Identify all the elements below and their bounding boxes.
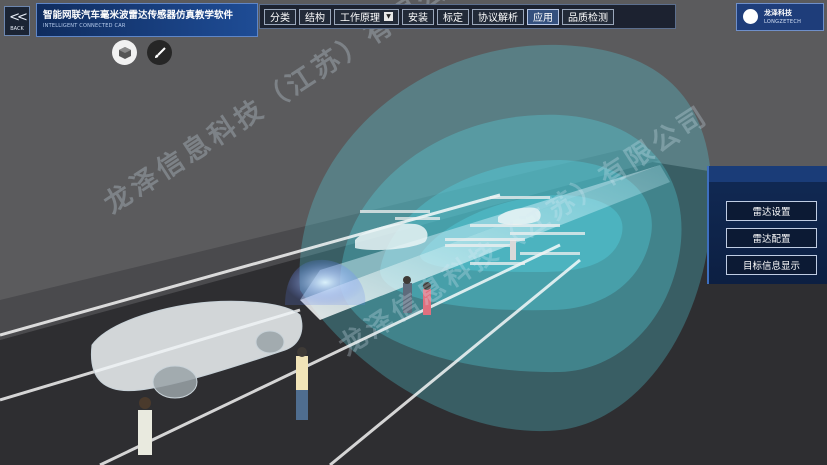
- app-subtitle: INTELLIGENT CONNECTED CAR: [43, 23, 126, 29]
- menu-label: 品质检测: [568, 13, 608, 24]
- menu-label: 标定: [443, 13, 463, 24]
- menu-item-installation[interactable]: 安装: [402, 8, 434, 25]
- radar-settings-button[interactable]: 雷达设置: [726, 201, 817, 221]
- menu-label: 结构: [305, 13, 325, 24]
- radar-side-panel: 雷达设置 雷达配置 目标信息显示: [707, 166, 827, 284]
- logo-mark-icon: [743, 9, 758, 24]
- menu-label: 安装: [408, 13, 428, 24]
- menu-item-calibration[interactable]: 标定: [437, 8, 469, 25]
- logo-cn: 龙泽科技: [764, 9, 792, 17]
- menu-item-structure[interactable]: 结构: [299, 8, 331, 25]
- menu-label: 分类: [270, 13, 290, 24]
- app-title-bar: 智能网联汽车毫米波雷达传感器仿真教学软件 INTELLIGENT CONNECT…: [36, 3, 258, 37]
- app-title: 智能网联汽车毫米波雷达传感器仿真教学软件: [43, 10, 234, 21]
- logo-en: LONGZETECH: [764, 19, 802, 25]
- menu-label: 应用: [533, 13, 553, 24]
- radar-config-button[interactable]: 雷达配置: [726, 228, 817, 248]
- dropdown-arrow-icon[interactable]: ▼: [384, 12, 393, 21]
- target-info-button[interactable]: 目标信息显示: [726, 255, 817, 275]
- cube-icon: [118, 46, 131, 59]
- back-button[interactable]: << BACK: [4, 6, 30, 36]
- menu-item-protocol-analysis[interactable]: 协议解析: [472, 8, 524, 25]
- menu-label: 协议解析: [478, 13, 518, 24]
- menu-item-quality-inspection[interactable]: 品质检测: [562, 8, 614, 25]
- menu-item-classification[interactable]: 分类: [264, 8, 296, 25]
- menu-item-application[interactable]: 应用: [527, 8, 559, 25]
- view-mode-button[interactable]: [112, 40, 137, 65]
- menu-item-working-principle[interactable]: 工作原理 ▼: [334, 8, 399, 25]
- company-logo: 龙泽科技 LONGZETECH: [736, 3, 824, 31]
- menu-label: 工作原理: [340, 13, 380, 24]
- double-chevron-left-icon: <<: [9, 9, 28, 25]
- brush-icon: [154, 46, 166, 58]
- radar-scene: [0, 0, 827, 465]
- main-menu: 分类 结构 工作原理 ▼ 安装 标定 协议解析 应用 品质检测: [259, 4, 676, 29]
- brush-tool-button[interactable]: [147, 40, 172, 65]
- side-panel-header: [709, 166, 827, 182]
- back-label: BACK: [10, 25, 24, 32]
